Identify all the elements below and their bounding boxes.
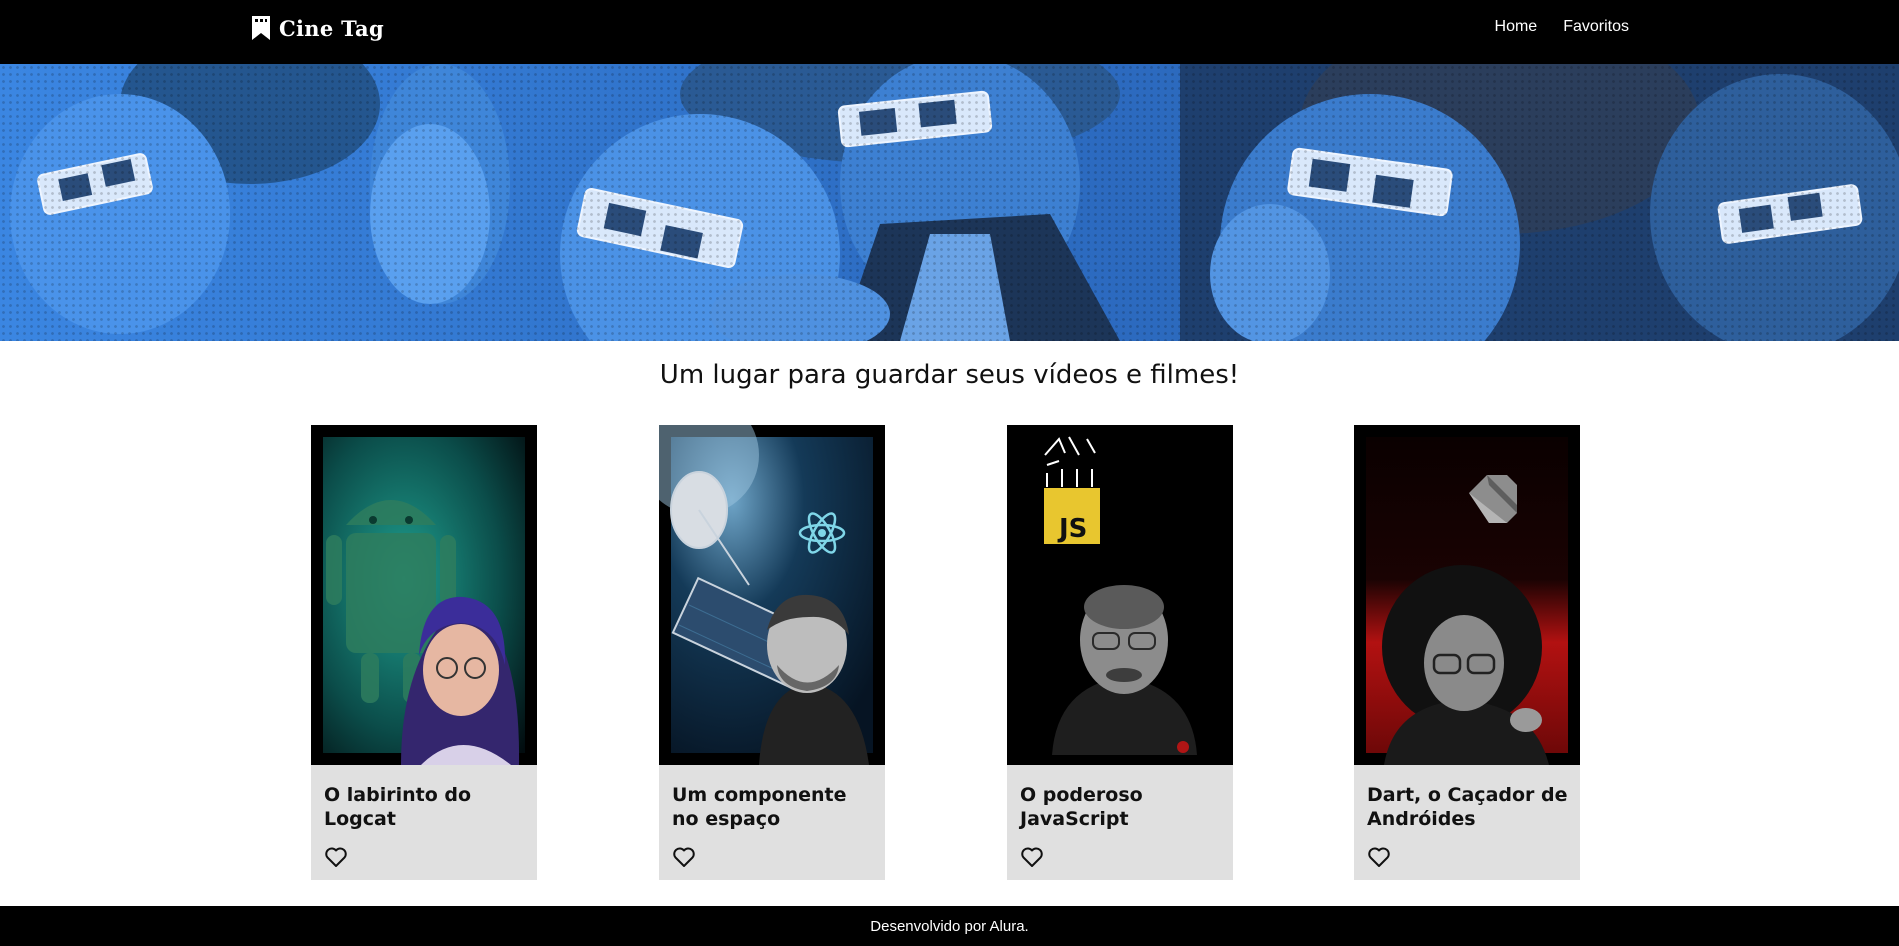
nav-home-link[interactable]: Home xyxy=(1495,18,1538,36)
video-title: O labirinto do Logcat xyxy=(324,784,472,830)
dart-thumbnail-image xyxy=(1354,425,1580,765)
footer: Desenvolvido por Alura. xyxy=(0,906,1899,946)
react-thumbnail-image xyxy=(659,425,885,765)
heart-outline-icon xyxy=(1368,847,1390,867)
video-card[interactable]: JS O poderoso JavaScript xyxy=(1007,425,1233,880)
favorite-button[interactable] xyxy=(1366,845,1392,869)
video-title: Dart, o Caçador de Andróides xyxy=(1367,784,1568,830)
page-title: Um lugar para guardar seus vídeos e film… xyxy=(659,360,1240,390)
android-thumbnail-image xyxy=(311,425,537,765)
video-title: Um componente no espaço xyxy=(672,784,847,830)
video-cover-javascript[interactable]: JS xyxy=(1007,425,1233,765)
bookmark-logo-icon xyxy=(252,16,270,40)
logo-text: Cine Tag xyxy=(279,15,384,41)
video-card[interactable]: Um componente no espaço xyxy=(659,425,885,880)
nav-favoritos-link[interactable]: Favoritos xyxy=(1563,18,1629,36)
video-card[interactable]: O labirinto do Logcat xyxy=(311,425,537,880)
svg-text:JS: JS xyxy=(1057,514,1087,544)
heart-outline-icon xyxy=(673,847,695,867)
heart-outline-icon xyxy=(1021,847,1043,867)
video-cover-react[interactable] xyxy=(659,425,885,765)
hero-banner xyxy=(0,64,1899,341)
video-card[interactable]: Dart, o Caçador de Andróides xyxy=(1354,425,1580,880)
favorite-button[interactable] xyxy=(671,845,697,869)
video-title: O poderoso JavaScript xyxy=(1020,784,1143,830)
footer-text: Desenvolvido por Alura. xyxy=(870,917,1029,935)
favorite-button[interactable] xyxy=(1019,845,1045,869)
video-cover-android[interactable] xyxy=(311,425,537,765)
header: Cine Tag Home Favoritos xyxy=(0,0,1899,64)
logo-link[interactable]: Cine Tag xyxy=(251,14,384,42)
video-cover-dart[interactable] xyxy=(1354,425,1580,765)
favorite-button[interactable] xyxy=(323,845,349,869)
halftone-overlay xyxy=(0,64,1899,341)
heart-outline-icon xyxy=(325,847,347,867)
main-nav: Home Favoritos xyxy=(1495,18,1629,36)
javascript-thumbnail-image: JS xyxy=(1007,425,1233,765)
